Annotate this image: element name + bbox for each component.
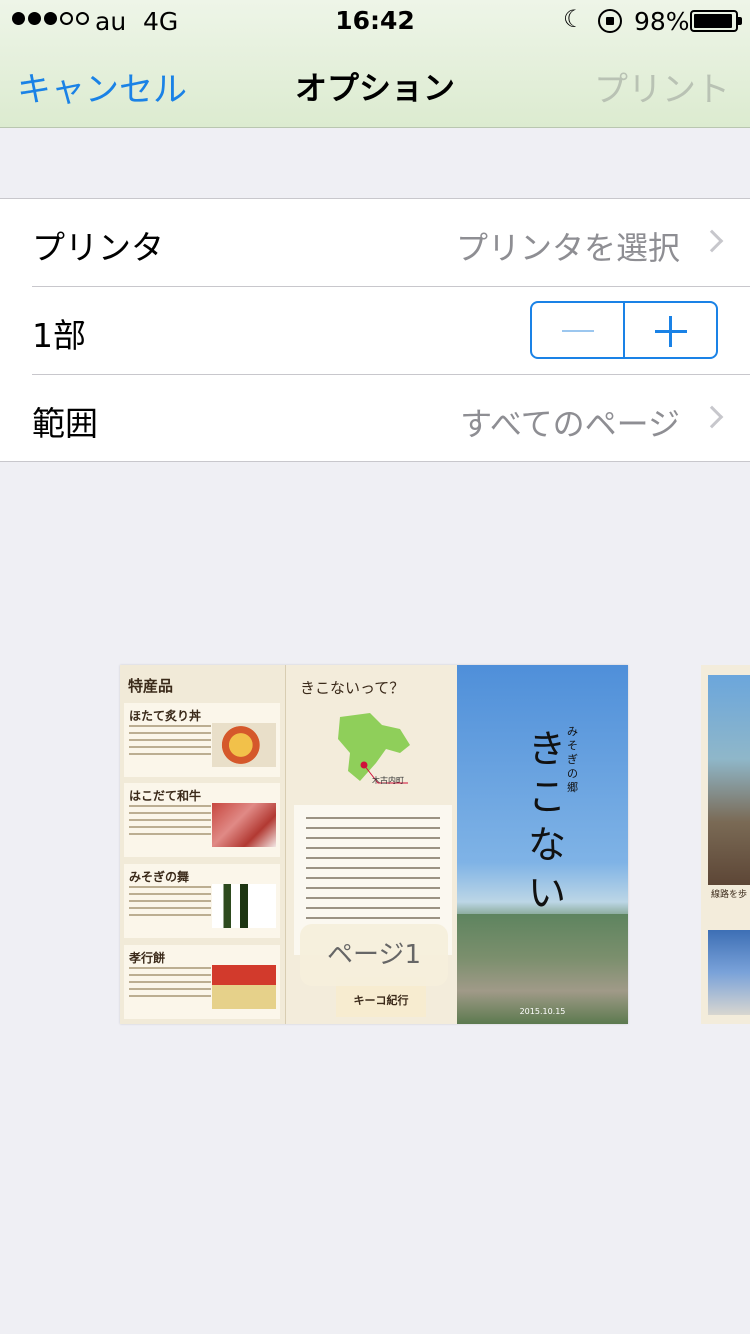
copies-row: 1部 [0,287,750,375]
copies-label: 1部 [32,316,86,355]
food-photo [212,723,276,767]
next-page-preview[interactable]: 線路を歩 [701,665,750,1024]
page-number-badge: ページ1 [300,924,448,986]
copies-stepper[interactable] [530,301,718,359]
range-value: すべてのページ [460,405,680,443]
print-button[interactable]: プリント [594,62,730,111]
cover-subtitle: みそぎの郷 [567,725,578,794]
list-item: 孝行餅 [124,945,280,1019]
battery-icon [690,10,742,32]
item-title: ほたて炙り丼 [129,709,202,723]
printer-row[interactable]: プリンタ プリンタを選択 [0,199,750,287]
increment-button[interactable] [623,303,716,357]
range-label: 範囲 [32,404,98,443]
battery-percentage: 98% [634,7,690,36]
minus-icon [562,330,594,332]
status-bar: au 4G 16:42 ☾ 98% [0,0,750,40]
list-item: みそぎの舞 [124,864,280,938]
chevron-right-icon [700,405,724,429]
chevron-right-icon [700,229,724,253]
navigation-header: au 4G 16:42 ☾ 98% キャンセル オプション プリント [0,0,750,128]
list-item: ほたて炙り丼 [124,703,280,777]
footer-title: キーコ紀行 [353,994,409,1007]
scenery-photo [708,930,750,1015]
item-title: はこだて和牛 [129,789,202,803]
preview-panel-cover: みそぎの郷 きこない 2015.10.15 [457,665,628,1024]
cover-date: 2015.10.15 [519,1007,566,1016]
print-options-list: プリンタ プリンタを選択 1部 範囲 すべてのページ [0,198,750,462]
preview-panel-specialties: 特産品 ほたて炙り丼 はこだて和牛 みそぎの舞 孝行餅 [120,665,286,1024]
printer-label: プリンタ [32,228,164,267]
cover-title: きこない [527,727,566,915]
decrement-button[interactable] [532,303,623,357]
next-page-caption: 線路を歩 [711,890,748,900]
railway-photo [708,675,750,885]
item-title: みそぎの舞 [129,870,190,884]
food-photo [212,965,276,1009]
printer-value: プリンタを選択 [455,229,680,267]
list-item: はこだて和牛 [124,783,280,857]
do-not-disturb-icon: ☾ [563,5,585,33]
item-title: 孝行餅 [129,951,166,965]
specialties-title: 特産品 [128,677,174,695]
orientation-lock-icon [598,9,622,33]
map-town-label: 木古内町 [372,776,404,785]
range-row[interactable]: 範囲 すべてのページ [0,375,750,463]
about-title: きこないって？ [300,679,405,697]
food-photo [212,803,276,847]
sake-photo [212,884,276,928]
